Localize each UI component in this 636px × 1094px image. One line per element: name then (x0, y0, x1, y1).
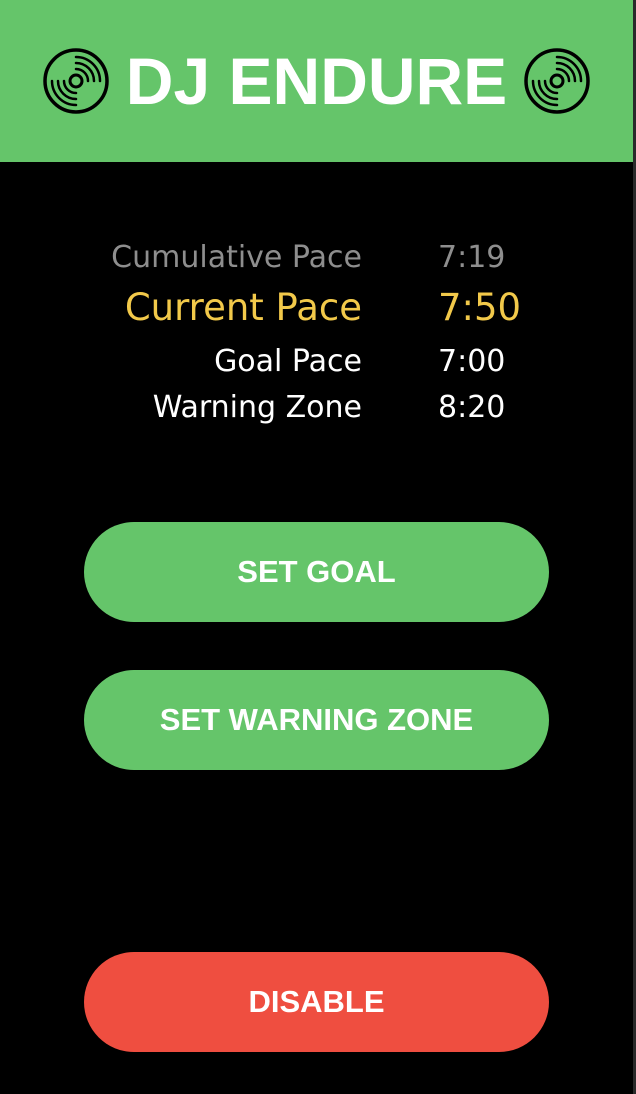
cumulative-pace-label: Cumulative Pace (111, 240, 362, 275)
set-goal-button[interactable]: SET GOAL (84, 522, 549, 622)
disable-button[interactable]: DISABLE (84, 952, 549, 1052)
current-pace-value: 7:50 (438, 286, 522, 329)
vinyl-record-icon (523, 47, 591, 115)
app-header: DJ ENDURE (0, 0, 633, 162)
current-pace-row: Current Pace 7:50 (0, 286, 633, 340)
warning-zone-label: Warning Zone (152, 390, 362, 425)
app-title: DJ ENDURE (125, 44, 508, 118)
goal-pace-label: Goal Pace (214, 344, 362, 379)
cumulative-pace-row: Cumulative Pace 7:19 (0, 236, 633, 286)
goal-pace-row: Goal Pace 7:00 (0, 340, 633, 388)
cumulative-pace-value: 7:19 (438, 240, 506, 275)
warning-zone-row: Warning Zone 8:20 (0, 388, 633, 436)
warning-zone-value: 8:20 (438, 390, 506, 425)
current-pace-label: Current Pace (124, 286, 362, 329)
pace-stats: Cumulative Pace 7:19 Current Pace 7:50 G… (0, 236, 633, 436)
vinyl-record-icon (42, 47, 110, 115)
goal-pace-value: 7:00 (438, 344, 506, 379)
set-warning-zone-button[interactable]: SET WARNING ZONE (84, 670, 549, 770)
